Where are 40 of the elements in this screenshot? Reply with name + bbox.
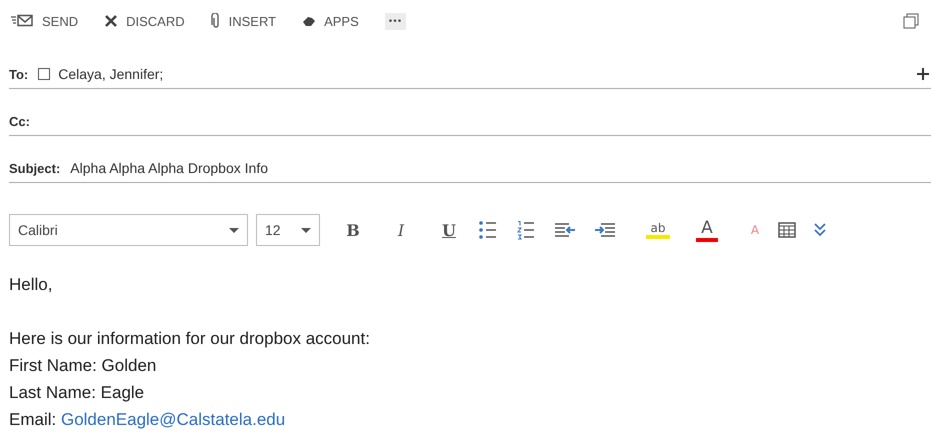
- body-text: Email:: [9, 410, 58, 429]
- size-dropdown[interactable]: 12: [256, 214, 320, 246]
- recipient-name[interactable]: Celaya, Jennifer;: [58, 66, 164, 82]
- discard-button[interactable]: DISCARD: [104, 14, 185, 28]
- font-dropdown[interactable]: Calibri: [9, 214, 248, 246]
- outdent-icon[interactable]: [554, 222, 576, 238]
- bullet-list-icon[interactable]: [478, 220, 498, 240]
- send-button[interactable]: SEND: [10, 14, 78, 28]
- caret-icon: [229, 228, 239, 232]
- field-label: To:: [9, 66, 28, 82]
- subject-text: Alpha Alpha Alpha Dropbox Info: [70, 160, 268, 176]
- square-icon: [38, 68, 50, 80]
- italic-button[interactable]: I: [382, 220, 420, 240]
- body-text: Here is our information for our dropbox account:: [9, 329, 370, 348]
- envelope-icon: [10, 14, 34, 28]
- field-label: Cc:: [9, 114, 30, 128]
- address-field[interactable]: Cc:: [9, 89, 931, 136]
- email-link[interactable]: GoldenEagle@Calstatela.edu: [60, 410, 286, 429]
- highlight-button[interactable]: ab: [646, 221, 670, 239]
- chevron-icon[interactable]: [814, 222, 826, 238]
- numbered-list-icon[interactable]: [516, 220, 536, 240]
- font-color-button[interactable]: A: [696, 218, 718, 242]
- field-label: Subject:: [9, 160, 60, 176]
- popout-icon[interactable]: [903, 13, 919, 29]
- body-text: Hello,: [9, 275, 52, 294]
- indent-icon[interactable]: [594, 222, 616, 238]
- address-field[interactable]: Subject: Alpha Alpha Alpha Dropbox Info: [9, 136, 931, 183]
- close-icon: [104, 14, 118, 28]
- insert-button[interactable]: INSERT: [210, 13, 276, 29]
- more-button[interactable]: •••: [384, 12, 406, 30]
- body-text: First Name: Golden: [9, 356, 156, 375]
- underline-button[interactable]: U: [430, 220, 468, 240]
- bold-button[interactable]: B: [334, 220, 372, 240]
- table-icon[interactable]: [778, 222, 796, 238]
- caret-icon: [301, 228, 311, 232]
- body-text: Last Name: Eagle: [9, 383, 144, 402]
- plus-icon[interactable]: [917, 68, 929, 80]
- apps-button[interactable]: APPS: [302, 14, 359, 28]
- address-field[interactable]: To: Celaya, Jennifer;: [9, 42, 931, 89]
- paperclip-icon: [210, 13, 221, 29]
